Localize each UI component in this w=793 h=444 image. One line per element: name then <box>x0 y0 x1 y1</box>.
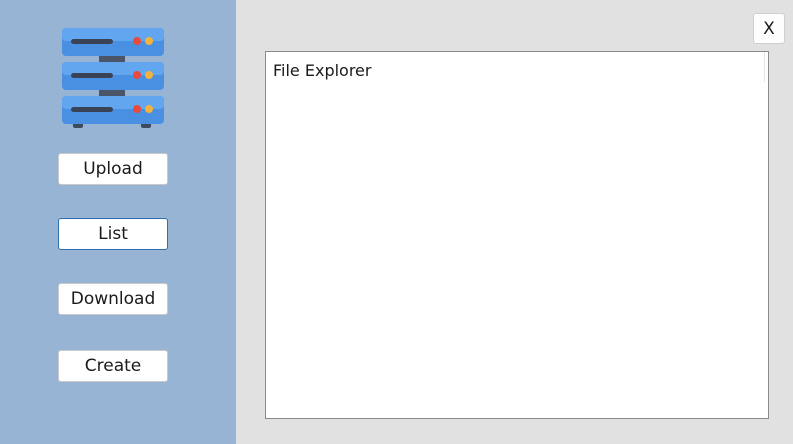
download-button[interactable]: Download <box>58 283 168 315</box>
file-explorer-title: File Explorer <box>273 61 372 80</box>
close-button[interactable]: X <box>753 13 785 44</box>
list-button[interactable]: List <box>58 218 168 250</box>
sidebar: Upload List Download Create <box>0 0 236 444</box>
upload-button[interactable]: Upload <box>58 153 168 185</box>
server-rack-icon <box>62 28 164 128</box>
create-button[interactable]: Create <box>58 350 168 382</box>
explorer-scrollbar[interactable] <box>764 52 768 82</box>
file-explorer-panel[interactable]: File Explorer <box>265 51 769 419</box>
